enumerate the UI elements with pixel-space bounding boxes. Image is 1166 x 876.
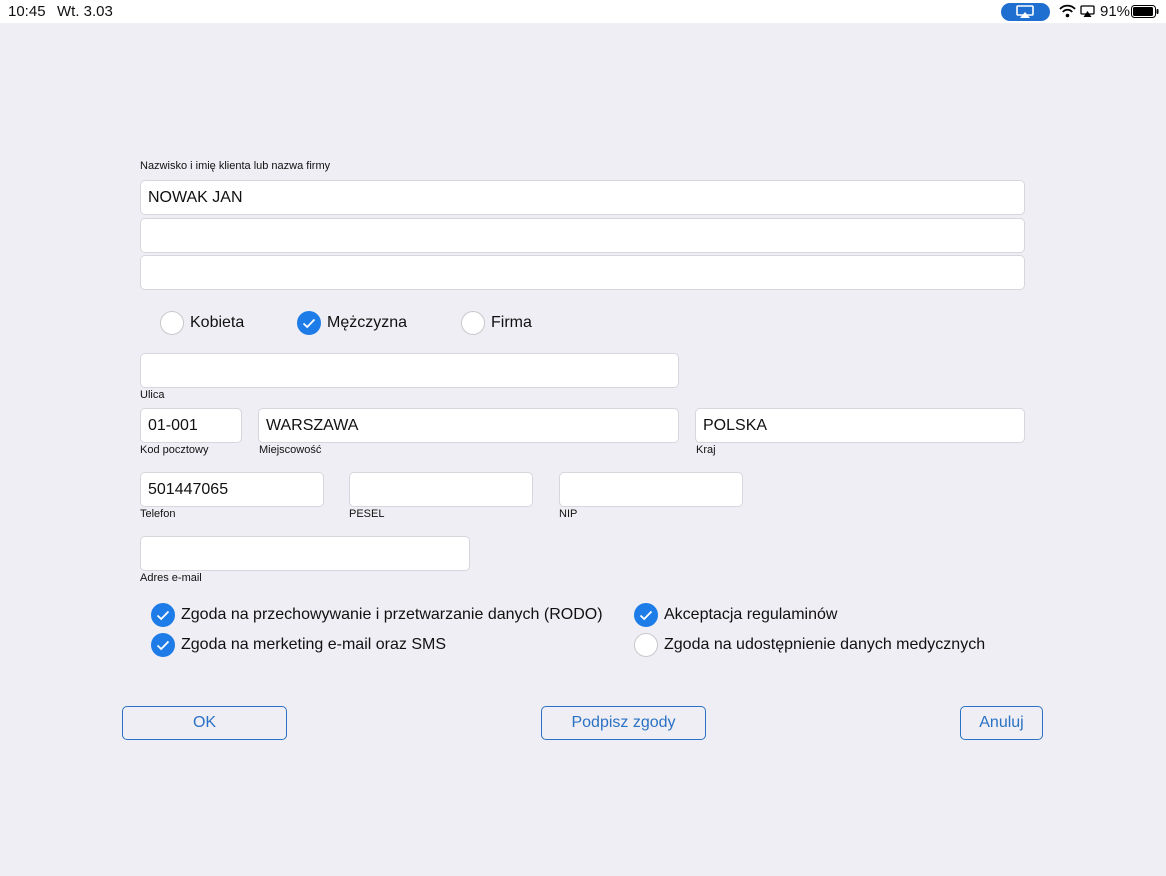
checkmark-icon — [156, 610, 170, 620]
sign-consents-button[interactable]: Podpisz zgody — [541, 706, 706, 740]
ok-button[interactable]: OK — [122, 706, 287, 740]
radio-label: Kobieta — [190, 314, 245, 331]
checkmark-icon — [639, 610, 653, 620]
status-bar: 10:45 Wt. 3.03 91% — [0, 0, 1166, 23]
battery-percentage: 91% — [1100, 3, 1131, 20]
name-field-line2[interactable] — [140, 218, 1025, 253]
city-field[interactable]: WARSZAWA — [258, 408, 679, 443]
phone-label: Telefon — [140, 508, 176, 520]
consent-checkbox — [151, 603, 175, 627]
consent-checkbox — [151, 633, 175, 657]
battery-icon — [1131, 5, 1159, 18]
nip-field[interactable] — [559, 472, 743, 507]
postal-code-label: Kod pocztowy — [140, 444, 209, 456]
consent-label: Zgoda na udostępnienie danych medycznych — [664, 636, 986, 653]
consent-checkbox — [634, 603, 658, 627]
radio-label: Mężczyzna — [327, 314, 408, 331]
radio-firma[interactable]: Firma — [461, 311, 532, 335]
name-label: Nazwisko i imię klienta lub nazwa firmy — [140, 160, 331, 172]
phone-field[interactable]: 501447065 — [140, 472, 324, 507]
pesel-label: PESEL — [349, 508, 385, 520]
email-label: Adres e-mail — [140, 572, 202, 584]
street-field[interactable] — [140, 353, 679, 388]
name-field-line3[interactable] — [140, 255, 1025, 290]
screen-mirroring-indicator[interactable] — [1001, 3, 1050, 21]
consent-rodo[interactable]: Zgoda na przechowywanie i przetwarzanie … — [151, 603, 603, 627]
checkmark-icon — [302, 318, 316, 328]
consent-checkbox — [634, 633, 658, 657]
status-date: Wt. 3.03 — [57, 3, 113, 20]
email-field[interactable] — [140, 536, 470, 571]
country-label: Kraj — [696, 444, 716, 456]
country-field[interactable]: POLSKA — [695, 408, 1025, 443]
radio-circle — [461, 311, 485, 335]
airplay-icon — [1080, 5, 1095, 17]
consent-label: Akceptacja regulaminów — [664, 606, 838, 623]
nip-label: NIP — [559, 508, 578, 520]
postal-code-field[interactable]: 01-001 — [140, 408, 242, 443]
cancel-button[interactable]: Anuluj — [960, 706, 1043, 740]
pesel-field[interactable] — [349, 472, 533, 507]
street-label: Ulica — [140, 389, 165, 401]
consent-medical[interactable]: Zgoda na udostępnienie danych medycznych — [634, 633, 985, 657]
city-label: Miejscowość — [259, 444, 322, 456]
name-field-line1[interactable]: NOWAK JAN — [140, 180, 1025, 215]
consent-label: Zgoda na przechowywanie i przetwarzanie … — [181, 606, 603, 623]
radio-label: Firma — [491, 314, 532, 331]
checkmark-icon — [156, 640, 170, 650]
radio-circle — [297, 311, 321, 335]
wifi-icon — [1059, 4, 1076, 18]
radio-mezczyzna[interactable]: Mężczyzna — [297, 311, 407, 335]
radio-circle — [160, 311, 184, 335]
consent-marketing[interactable]: Zgoda na merketing e-mail oraz SMS — [151, 633, 446, 657]
radio-kobieta[interactable]: Kobieta — [160, 311, 244, 335]
consent-regulations[interactable]: Akceptacja regulaminów — [634, 603, 837, 627]
status-time: 10:45 — [8, 3, 46, 20]
screen-mirroring-icon — [1016, 5, 1034, 18]
consent-label: Zgoda na merketing e-mail oraz SMS — [181, 636, 446, 653]
